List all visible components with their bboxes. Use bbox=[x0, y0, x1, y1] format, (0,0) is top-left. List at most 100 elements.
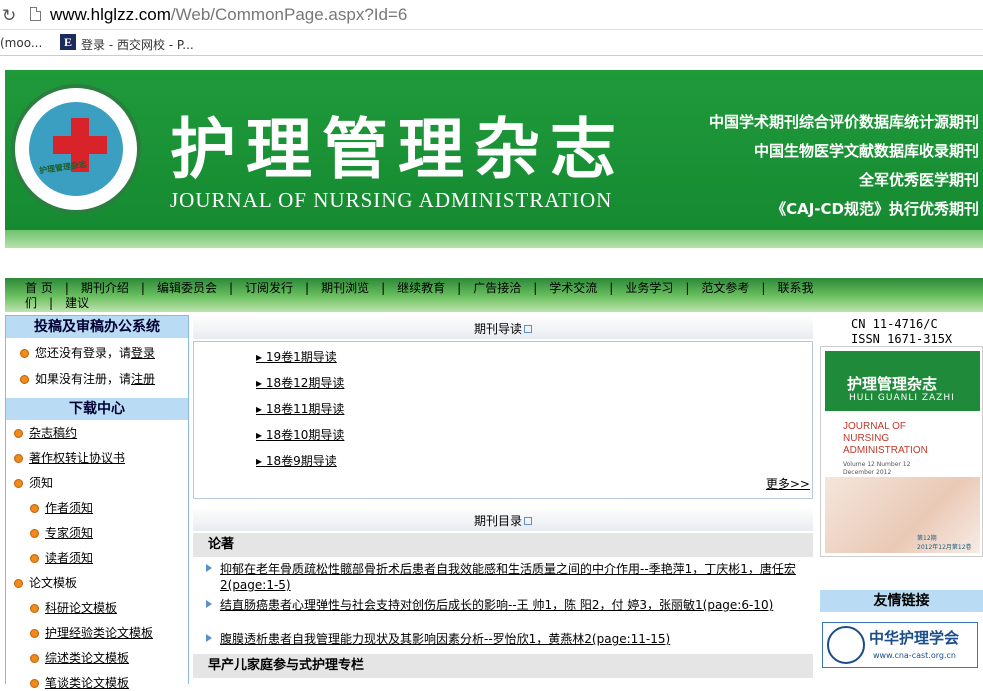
register-prefix: 如果没有注册，请 bbox=[35, 372, 132, 386]
login-prompt: 您还没有登录，请登录 bbox=[20, 344, 155, 361]
bullet-icon bbox=[30, 629, 39, 638]
category-bar: 早产儿家庭参与式护理专栏 bbox=[193, 654, 813, 678]
cover-en-line: NURSING bbox=[843, 433, 890, 444]
cn-number: CN 11-4716/C bbox=[851, 317, 938, 331]
nav-separator: | bbox=[49, 296, 54, 310]
article-item[interactable]: 腹膜透析患者自我管理能力现状及其影响因素分析--罗怡欣1，黄燕林2(page:1… bbox=[206, 631, 806, 647]
register-prompt: 如果没有注册，请注册 bbox=[20, 370, 155, 387]
nav-item[interactable]: 编辑委员会 bbox=[157, 279, 217, 296]
download-item-label: 专家须知 bbox=[45, 526, 94, 540]
claim-1: 中国学术期刊综合评价数据库统计源期刊 bbox=[708, 113, 979, 131]
download-item-label: 护理经验类论文模板 bbox=[45, 626, 154, 640]
download-item-label: 杂志稿约 bbox=[29, 426, 78, 440]
cna-link-banner[interactable]: 中华护理学会 www.cna-cast.org.cn bbox=[822, 622, 978, 668]
cover-en-line: ADMINISTRATION bbox=[843, 445, 928, 456]
bookmark-1[interactable]: (moo... bbox=[0, 36, 42, 50]
article-item[interactable]: 抑郁在老年骨质疏松性髋部骨折术后患者自我效能感和生活质量之间的中介作用--季艳萍… bbox=[206, 561, 806, 593]
issn-number: ISSN 1671-315X bbox=[851, 332, 953, 346]
download-item[interactable]: 须知 bbox=[14, 474, 53, 491]
cover-en-line: JOURNAL OF bbox=[843, 421, 906, 432]
download-item[interactable]: 综述类论文模板 bbox=[30, 649, 129, 666]
guide-link-label: 19卷1期导读 bbox=[265, 350, 337, 364]
guide-link[interactable]: ▸ 18卷10期导读 bbox=[256, 426, 344, 443]
nav-item[interactable]: 期刊浏览 bbox=[321, 279, 369, 296]
page-icon bbox=[30, 7, 41, 21]
nav-separator: | bbox=[761, 281, 766, 295]
download-item-label: 著作权转让协议书 bbox=[29, 451, 126, 465]
bullet-icon bbox=[20, 375, 29, 384]
bullet-icon bbox=[30, 529, 39, 538]
article-title: 腹膜透析患者自我管理能力现状及其影响因素分析--罗怡欣1，黄燕林2(page:1… bbox=[220, 632, 671, 646]
download-item[interactable]: 科研论文模板 bbox=[30, 599, 117, 616]
reload-icon[interactable]: ↻ bbox=[2, 6, 16, 26]
guide-link[interactable]: ▸ 18卷9期导读 bbox=[256, 452, 337, 469]
url-text[interactable]: www.hlglzz.com/Web/CommonPage.aspx?Id=6 bbox=[50, 5, 407, 25]
expand-arrow-icon[interactable] bbox=[524, 325, 532, 333]
download-item[interactable]: 护理经验类论文模板 bbox=[30, 624, 153, 641]
download-item-label: 作者须知 bbox=[45, 501, 94, 515]
triangle-bullet-icon bbox=[206, 600, 212, 608]
download-item[interactable]: 读者须知 bbox=[30, 549, 93, 566]
article-item[interactable]: 结直肠癌患者心理弹性与社会支持对创伤后成长的影响--王 帅1，陈 阳2，付 婷3… bbox=[206, 597, 806, 613]
address-bar[interactable]: ↻ www.hlglzz.com/Web/CommonPage.aspx?Id=… bbox=[0, 0, 983, 30]
nav-item[interactable]: 订阅发行 bbox=[245, 279, 293, 296]
nav-item[interactable]: 业务学习 bbox=[625, 279, 673, 296]
download-item[interactable]: 作者须知 bbox=[30, 499, 93, 516]
nav-row-1: 首 页 | 期刊介绍 | 编辑委员会 | 订阅发行 | 期刊浏览 | 继续教育 | 广告接洽 | 学术交流 |… bbox=[25, 279, 813, 296]
register-link[interactable]: 注册 bbox=[131, 372, 155, 386]
article-title: 结直肠癌患者心理弹性与社会支持对创伤后成长的影响--王 帅1，陈 阳2，付 婷3… bbox=[220, 598, 774, 612]
login-prefix: 您还没有登录，请 bbox=[35, 346, 132, 360]
bullet-icon bbox=[30, 554, 39, 563]
guide-header: 期刊导读 bbox=[193, 315, 813, 339]
nav-separator: | bbox=[140, 281, 145, 295]
nav-item[interactable]: 广告接洽 bbox=[473, 279, 521, 296]
guide-link-label: 18卷10期导读 bbox=[265, 428, 345, 442]
nav-item[interactable]: 范文参考 bbox=[701, 279, 749, 296]
download-item[interactable]: 著作权转让协议书 bbox=[14, 449, 125, 466]
nav-separator: | bbox=[533, 281, 538, 295]
guide-link[interactable]: ▸ 18卷11期导读 bbox=[256, 400, 344, 417]
guide-link[interactable]: ▸ 19卷1期导读 bbox=[256, 348, 337, 365]
download-item-label: 科研论文模板 bbox=[45, 601, 118, 615]
arrow-bullet-icon: ▸ bbox=[256, 350, 266, 364]
bookmark-2[interactable]: 登录 - 西交网校 - P... bbox=[81, 36, 194, 53]
download-item[interactable]: 笔谈类论文模板 bbox=[30, 674, 129, 691]
guide-link[interactable]: ▸ 18卷12期导读 bbox=[256, 374, 344, 391]
download-item[interactable]: 论文模板 bbox=[14, 574, 77, 591]
cna-url: www.cna-cast.org.cn bbox=[873, 651, 956, 660]
download-item[interactable]: 专家须知 bbox=[30, 524, 93, 541]
cover-title-cn: 护理管理杂志 bbox=[847, 375, 938, 393]
triangle-bullet-icon bbox=[206, 564, 212, 572]
guide-title: 期刊导读 bbox=[473, 322, 522, 336]
journal-title-en: JOURNAL OF NURSING ADMINISTRATION bbox=[170, 188, 613, 212]
nav-row-2: 们 | 建议 bbox=[25, 294, 89, 311]
expand-arrow-icon[interactable] bbox=[524, 517, 532, 525]
login-link[interactable]: 登录 bbox=[131, 346, 155, 360]
toc-header: 期刊目录 bbox=[193, 507, 813, 531]
cover-date: 2012年12月第12卷 bbox=[917, 544, 972, 551]
guide-link-label: 18卷11期导读 bbox=[265, 402, 345, 416]
url-path: /Web/CommonPage.aspx?Id=6 bbox=[170, 5, 408, 24]
claim-2: 中国生物医学文献数据库收录期刊 bbox=[753, 142, 979, 160]
journal-cover-image[interactable]: 护理管理杂志 HULI GUANLI ZAZHI JOURNAL OF NURS… bbox=[820, 346, 983, 557]
more-link[interactable]: 更多>> bbox=[766, 475, 810, 492]
cover-pinyin: HULI GUANLI ZAZHI bbox=[849, 393, 955, 403]
arrow-bullet-icon: ▸ bbox=[256, 376, 266, 390]
category-bar: 论著 bbox=[193, 533, 813, 557]
nav-item[interactable]: 学术交流 bbox=[549, 279, 597, 296]
download-item[interactable]: 杂志稿约 bbox=[14, 424, 77, 441]
cover-vol-line: December 2012 bbox=[843, 469, 892, 476]
nav-item[interactable]: 建议 bbox=[65, 294, 89, 311]
guide-link-label: 18卷9期导读 bbox=[265, 454, 337, 468]
nav-separator: | bbox=[305, 281, 310, 295]
nav-item[interactable]: 继续教育 bbox=[397, 279, 445, 296]
nav-item[interactable]: 联系我 bbox=[777, 279, 813, 296]
journal-claims: 中国学术期刊综合评价数据库统计源期刊 中国生物医学文献数据库收录期刊 全军优秀医… bbox=[709, 108, 979, 224]
friendly-links-title: 友情链接 bbox=[820, 590, 983, 612]
nav-separator: | bbox=[228, 281, 233, 295]
nav-item[interactable]: 们 bbox=[25, 294, 37, 311]
guide-list: ▸ 19卷1期导读 ▸ 18卷12期导读 ▸ 18卷11期导读 ▸ 18卷10期导读 ▸… bbox=[193, 341, 813, 499]
bookmark-favicon-icon: E bbox=[60, 34, 76, 50]
bookmarks-bar: (moo... E 登录 - 西交网校 - P... bbox=[0, 30, 983, 56]
cover-volume: Volume 12 Number 12 December 2012 bbox=[843, 461, 910, 477]
